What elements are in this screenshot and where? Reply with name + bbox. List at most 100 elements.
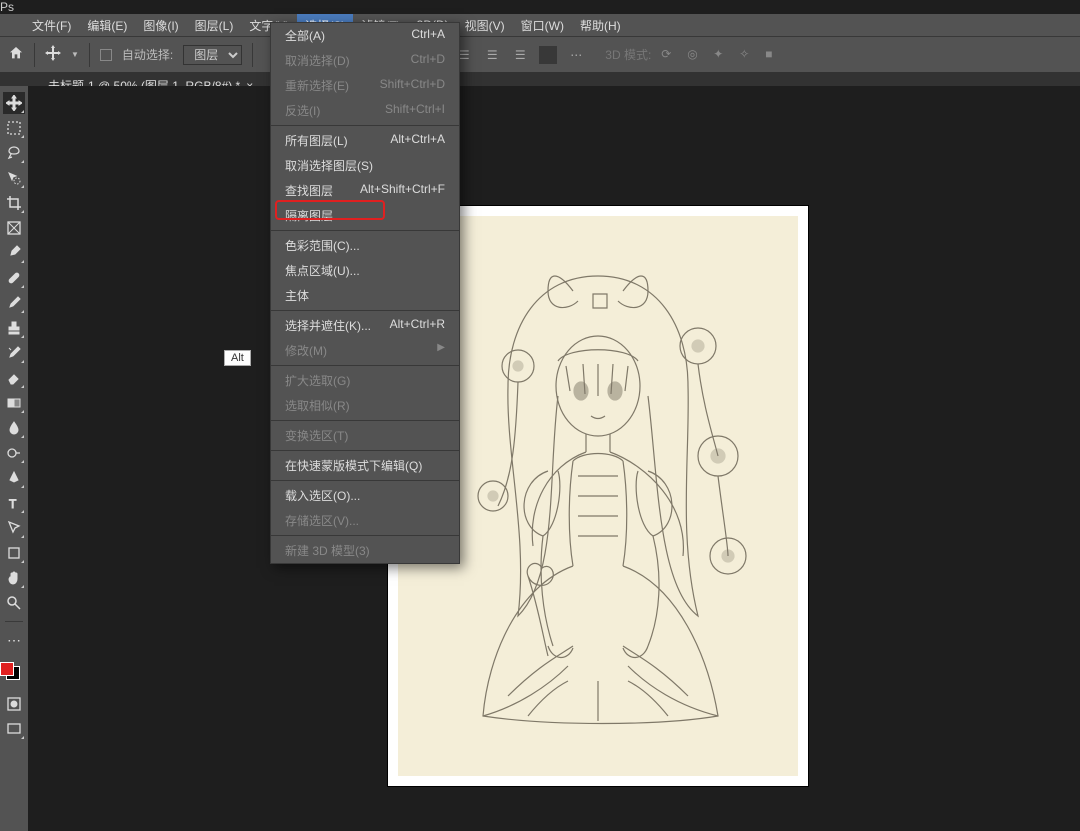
3d-icon[interactable]: ◎ [687,47,703,63]
menu-edit[interactable]: 编辑(E) [79,14,135,37]
divider [252,43,253,67]
3d-icon[interactable]: ✧ [739,47,755,63]
lasso-tool[interactable] [3,142,25,164]
menu-item-label: 反选(I) [285,102,320,119]
menu-item-label: 修改(M) [285,342,327,359]
submenu-arrow-icon: ▶ [437,342,445,359]
3d-icon[interactable]: ✦ [713,47,729,63]
type-tool[interactable]: T [3,492,25,514]
menu-item-label: 选取相似(R) [285,397,350,414]
screenmode-tool[interactable] [3,718,25,740]
menu-item[interactable]: 色彩范围(C)... [271,233,459,258]
layer-dropdown[interactable]: 图层 [183,45,242,65]
menu-item: 取消选择(D)Ctrl+D [271,48,459,73]
edit-toolbar-icon[interactable]: ⋯ [3,629,25,651]
menu-item-label: 所有图层(L) [285,132,348,149]
zoom-tool[interactable] [3,592,25,614]
canvas-area[interactable] [28,86,1080,831]
menu-separator [271,420,459,421]
menu-item: 扩大选取(G) [271,368,459,393]
menu-item[interactable]: 查找图层Alt+Shift+Ctrl+F [271,178,459,203]
menu-file[interactable]: 文件(F) [24,14,79,37]
stamp-tool[interactable] [3,317,25,339]
auto-select-checkbox[interactable] [100,49,112,61]
dodge-tool[interactable] [3,442,25,464]
more-icon[interactable]: ⋯ [567,46,585,64]
menu-shortcut: Shift+Ctrl+I [385,102,445,119]
menu-separator [271,230,459,231]
eyedropper-tool[interactable] [3,242,25,264]
history-brush-tool[interactable] [3,342,25,364]
chevron-down-icon[interactable]: ▼ [71,50,79,59]
move-tool[interactable] [3,92,25,114]
menu-help[interactable]: 帮助(H) [572,14,629,37]
menu-item[interactable]: 取消选择图层(S) [271,153,459,178]
blur-tool[interactable] [3,417,25,439]
menu-item-label: 存储选区(V)... [285,512,359,529]
quickmask-tool[interactable] [3,693,25,715]
menu-window[interactable]: 窗口(W) [513,14,572,37]
menu-item[interactable]: 隔离图层 [271,203,459,228]
dist-icon[interactable]: ☰ [511,46,529,64]
menu-item[interactable]: 所有图层(L)Alt+Ctrl+A [271,128,459,153]
menu-item[interactable]: 在快速蒙版模式下编辑(Q) [271,453,459,478]
menu-item-label: 选择并遮住(K)... [285,317,371,334]
marquee-tool[interactable] [3,117,25,139]
3d-icon[interactable]: ⟳ [661,47,677,63]
menu-item: 存储选区(V)... [271,508,459,533]
menu-item: 重新选择(E)Shift+Ctrl+D [271,73,459,98]
menu-item-label: 主体 [285,287,309,304]
3d-icon[interactable]: ■ [765,47,781,63]
menu-view[interactable]: 视图(V) [457,14,513,37]
auto-select-label: 自动选择: [122,46,173,63]
menu-item-label: 扩大选取(G) [285,372,350,389]
menu-item[interactable]: 焦点区域(U)... [271,258,459,283]
menu-item[interactable]: 全部(A)Ctrl+A [271,23,459,48]
hand-tool[interactable] [3,567,25,589]
move-tool-icon [45,45,61,64]
menu-item-label: 色彩范围(C)... [285,237,360,254]
divider [539,46,557,64]
toolbar: T ⋯ [0,86,28,831]
menu-shortcut: Shift+Ctrl+D [380,77,445,94]
menu-item[interactable]: 载入选区(O)... [271,483,459,508]
menu-separator [271,365,459,366]
foreground-swatch[interactable] [0,662,14,676]
select-menu-dropdown: 全部(A)Ctrl+A取消选择(D)Ctrl+D重新选择(E)Shift+Ctr… [270,22,460,564]
heal-tool[interactable] [3,267,25,289]
3d-mode-label: 3D 模式: [605,46,651,63]
menu-image[interactable]: 图像(I) [135,14,186,37]
menu-separator [271,310,459,311]
ps-logo-icon: Ps [0,0,1080,14]
menu-shortcut: Ctrl+A [411,27,445,44]
menu-separator [271,480,459,481]
color-swatches[interactable] [3,658,25,680]
menu-item-label: 变换选区(T) [285,427,348,444]
menu-item-label: 新建 3D 模型(3) [285,542,370,559]
menu-item-label: 查找图层 [285,182,333,199]
menu-layer[interactable]: 图层(L) [187,14,242,37]
menubar: 文件(F) 编辑(E) 图像(I) 图层(L) 文字(Y) 选择(S) 滤镜(T… [0,14,1080,36]
home-icon[interactable] [8,45,24,64]
gradient-tool[interactable] [3,392,25,414]
menu-item[interactable]: 主体 [271,283,459,308]
menu-item-label: 取消选择(D) [285,52,350,69]
crop-tool[interactable] [3,192,25,214]
frame-tool[interactable] [3,217,25,239]
alt-key-tooltip: Alt [224,350,251,366]
dist-icon[interactable]: ☰ [483,46,501,64]
menu-item: 变换选区(T) [271,423,459,448]
menu-separator [271,125,459,126]
menu-item[interactable]: 选择并遮住(K)...Alt+Ctrl+R [271,313,459,338]
brush-tool[interactable] [3,292,25,314]
menu-separator [271,450,459,451]
menu-item-label: 载入选区(O)... [285,487,360,504]
menu-item-label: 焦点区域(U)... [285,262,360,279]
eraser-tool[interactable] [3,367,25,389]
pen-tool[interactable] [3,467,25,489]
shape-tool[interactable] [3,542,25,564]
quick-select-tool[interactable] [3,167,25,189]
menu-item-label: 取消选择图层(S) [285,157,373,174]
path-select-tool[interactable] [3,517,25,539]
menu-separator [271,535,459,536]
